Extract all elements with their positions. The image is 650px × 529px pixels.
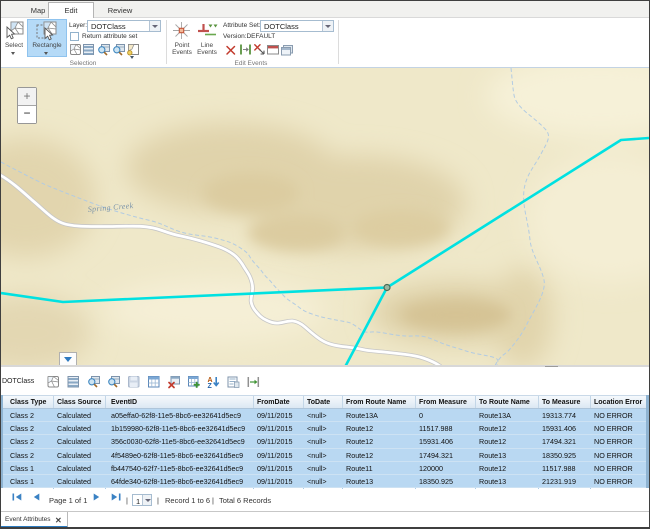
svg-text:Z: Z	[208, 383, 213, 390]
